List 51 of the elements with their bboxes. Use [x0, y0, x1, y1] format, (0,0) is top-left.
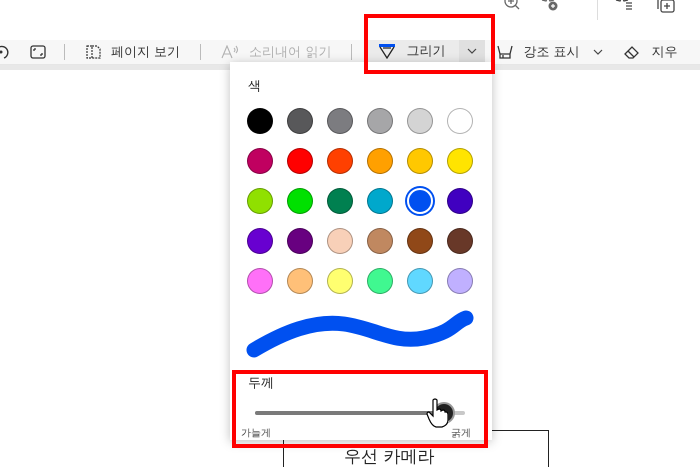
color-swatch[interactable] — [367, 268, 393, 294]
toolbar-button[interactable]: 페이지 보기 — [79, 40, 186, 64]
color-swatch[interactable] — [407, 228, 433, 254]
thickness-label: 두께 — [248, 375, 275, 392]
color-swatch[interactable] — [447, 268, 473, 294]
toolbar-button[interactable]: 그리기 — [366, 40, 460, 64]
color-swatch[interactable] — [327, 188, 353, 214]
read-aloud-icon — [221, 45, 240, 59]
color-swatch[interactable] — [367, 228, 393, 254]
color-swatch[interactable] — [367, 108, 393, 134]
collections-icon[interactable] — [656, 0, 676, 14]
color-swatch[interactable] — [447, 148, 473, 174]
color-swatch[interactable] — [367, 148, 393, 174]
color-swatch[interactable] — [247, 188, 273, 214]
color-swatch[interactable] — [327, 268, 353, 294]
hand-cursor-icon — [426, 398, 448, 428]
document-text: 우선 카메라 — [344, 446, 434, 467]
color-swatch[interactable] — [407, 148, 433, 174]
fit-page-icon[interactable] — [30, 45, 46, 59]
color-swatch[interactable] — [287, 228, 313, 254]
toolbar-button[interactable]: 강조 표시 — [491, 40, 586, 64]
color-swatch[interactable] — [287, 268, 313, 294]
color-swatch[interactable] — [407, 268, 433, 294]
thick-label: 굵게 — [451, 427, 471, 440]
color-swatch[interactable] — [327, 108, 353, 134]
color-swatch[interactable] — [407, 108, 433, 134]
eraser-icon — [623, 44, 642, 60]
chevron-down-icon — [593, 49, 604, 55]
favorites-list-icon[interactable] — [614, 0, 634, 12]
color-swatch[interactable] — [287, 108, 313, 134]
thin-label: 가늘게 — [241, 427, 271, 440]
color-swatch[interactable] — [447, 108, 473, 134]
color-heading: 색 — [248, 78, 262, 95]
pen-icon — [378, 43, 396, 59]
color-swatch[interactable] — [247, 268, 273, 294]
color-swatch[interactable] — [327, 228, 353, 254]
color-swatch[interactable] — [247, 228, 273, 254]
color-swatch[interactable] — [247, 148, 273, 174]
star-add-icon[interactable] — [540, 0, 560, 12]
color-swatch[interactable] — [367, 188, 393, 214]
color-swatch[interactable] — [247, 108, 273, 134]
color-swatch[interactable] — [287, 148, 313, 174]
page-view-icon — [85, 45, 101, 59]
toolbar-button[interactable]: 지우 — [617, 40, 684, 64]
color-swatch[interactable] — [327, 148, 353, 174]
color-swatch[interactable] — [447, 228, 473, 254]
chevron-down-icon — [467, 48, 478, 54]
highlighter-icon — [497, 44, 514, 60]
zoom-in-icon[interactable] — [503, 0, 521, 12]
color-swatch[interactable] — [287, 188, 313, 214]
color-swatch[interactable] — [447, 188, 473, 214]
